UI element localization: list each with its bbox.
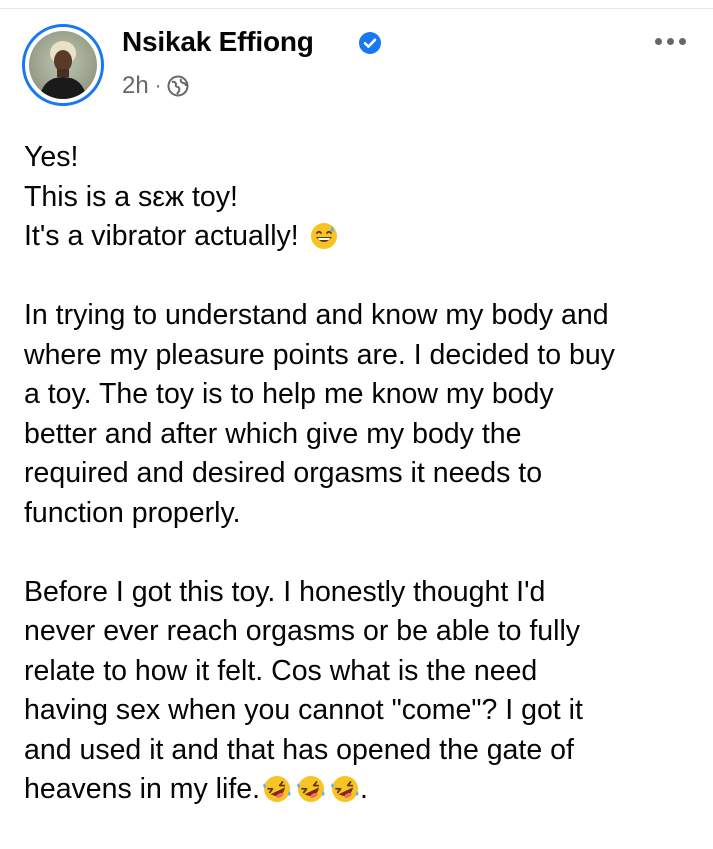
line: better and after which give my body the <box>24 417 522 450</box>
paragraph-2: In trying to understand and know my body… <box>24 296 694 533</box>
author-name[interactable]: Nsikak Effiong <box>122 26 314 58</box>
line: Before I got this toy. I honestly though… <box>24 575 546 608</box>
line: heavens in my life. <box>24 773 261 805</box>
line: relate to how it felt. Cos what is the n… <box>24 654 538 687</box>
globe-icon[interactable] <box>167 75 189 97</box>
line: never ever reach orgasms or be able to f… <box>24 615 581 647</box>
post-text: Yes! This is a sεж toy! It's a vibrator … <box>24 138 694 810</box>
rolling-on-floor-laughing-emoji <box>297 776 325 802</box>
post-meta: 2h · <box>122 72 189 100</box>
paragraph-1: Yes! This is a sεж toy! It's a vibrator … <box>24 138 694 257</box>
line: It's a vibrator actually! <box>24 220 299 252</box>
line: In trying to understand and know my body… <box>24 299 609 331</box>
post-header: Nsikak Effiong 2h · <box>22 22 692 106</box>
more-options-icon[interactable] <box>648 26 692 56</box>
line: required and desired orgasms it needs to <box>24 457 543 489</box>
line: Yes! <box>24 141 79 173</box>
line: where my pleasure points are. I decided … <box>24 338 615 371</box>
line: having sex when you cannot "come"? I got… <box>24 694 583 726</box>
paragraph-3: Before I got this toy. I honestly though… <box>24 573 694 810</box>
meta-separator: · <box>154 74 162 97</box>
verified-badge-icon <box>359 32 381 54</box>
author-avatar[interactable] <box>22 24 104 106</box>
line: and used it and that has opened the gate… <box>24 733 574 766</box>
post-timestamp[interactable]: 2h <box>122 72 149 100</box>
grinning-sweat-emoji <box>310 223 337 249</box>
line: a toy. The toy is to help me know my bod… <box>24 378 554 410</box>
emoji-group <box>260 773 360 805</box>
rolling-on-floor-laughing-emoji <box>331 776 359 802</box>
avatar-image <box>29 31 97 99</box>
line: function properly. <box>24 496 241 529</box>
final-punctuation: . <box>360 773 368 805</box>
top-divider <box>0 0 713 9</box>
line: This is a sεж toy! <box>24 180 238 213</box>
rolling-on-floor-laughing-emoji <box>263 776 291 802</box>
